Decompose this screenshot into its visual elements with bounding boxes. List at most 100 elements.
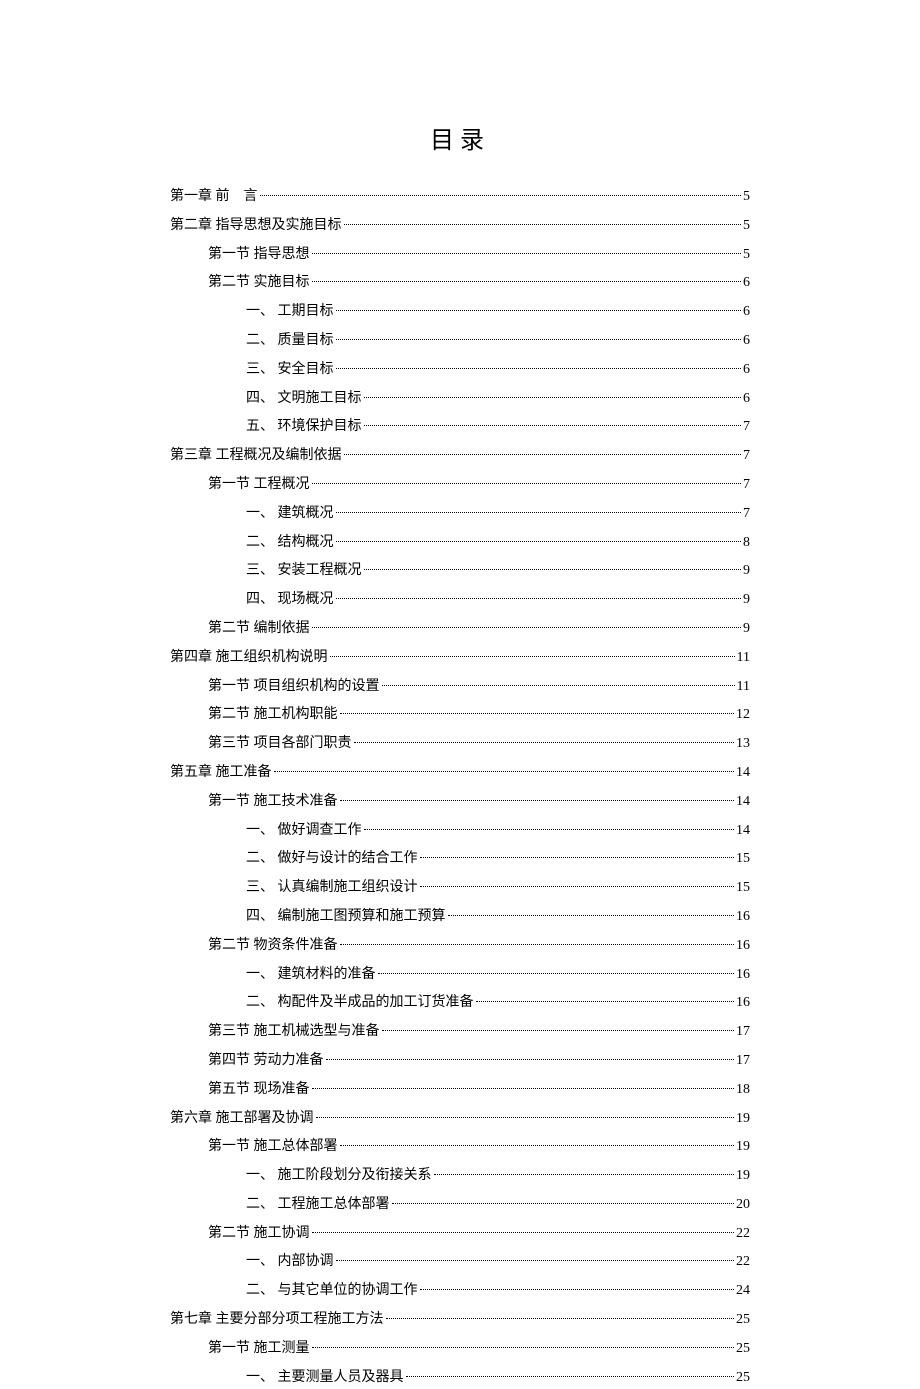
toc-entry: 第六章 施工部署及协调 19 (170, 1107, 750, 1131)
toc-entry: 第二节 实施目标6 (170, 271, 750, 295)
toc-entry-label: 第五章 施工准备 (170, 761, 272, 785)
toc-entry: 四、 编制施工图预算和施工预算16 (170, 905, 750, 929)
toc-entry-page: 19 (736, 1164, 750, 1188)
toc-entry-label: 二、 与其它单位的协调工作 (246, 1279, 418, 1303)
toc-leader-dots (312, 281, 742, 282)
toc-entry-page: 14 (736, 761, 750, 785)
toc-entry: 第三节 项目各部门职责13 (170, 732, 750, 756)
toc-entry-label: 一、 建筑材料的准备 (246, 963, 376, 987)
toc-leader-dots (260, 195, 742, 196)
toc-entry-page: 24 (736, 1279, 750, 1303)
toc-entry: 第二章 指导思想及实施目标5 (170, 214, 750, 238)
toc-leader-dots (448, 915, 735, 916)
toc-entry: 三、 认真编制施工组织设计15 (170, 876, 750, 900)
toc-entry-page: 13 (736, 732, 750, 756)
toc-entry-label: 四、 现场概况 (246, 588, 334, 612)
toc-entry-page: 19 (736, 1107, 750, 1131)
toc-entry-page: 16 (736, 934, 750, 958)
toc-entry-label: 一、 内部协调 (246, 1250, 334, 1274)
toc-leader-dots (312, 1232, 735, 1233)
toc-entry-label: 第一节 项目组织机构的设置 (208, 675, 380, 699)
toc-leader-dots (312, 1347, 735, 1348)
toc-entry-label: 一、 施工阶段划分及衔接关系 (246, 1164, 432, 1188)
toc-entry: 第二节 物资条件准备 16 (170, 934, 750, 958)
toc-entry: 第三章 工程概况及编制依据 7 (170, 444, 750, 468)
toc-entry-page: 25 (736, 1337, 750, 1361)
toc-leader-dots (336, 368, 742, 369)
toc-entry: 第三节 施工机械选型与准备17 (170, 1020, 750, 1044)
toc-entry-page: 7 (743, 444, 750, 468)
toc-entry: 第五章 施工准备 14 (170, 761, 750, 785)
toc-entry-page: 11 (737, 675, 750, 699)
toc-entry: 一、 做好调查工作14 (170, 819, 750, 843)
toc-entry-label: 第四章 施工组织机构说明 (170, 646, 328, 670)
toc-leader-dots (382, 685, 735, 686)
toc-entry-label: 第七章 主要分部分项工程施工方法 (170, 1308, 384, 1332)
toc-entry-label: 第一节 工程概况 (208, 473, 310, 497)
toc-entry-page: 15 (736, 876, 750, 900)
toc-entry-page: 25 (736, 1366, 750, 1389)
toc-leader-dots (420, 886, 735, 887)
toc-entry-label: 第二章 指导思想及实施目标 (170, 214, 342, 238)
toc-leader-dots (326, 1059, 735, 1060)
toc-leader-dots (420, 857, 735, 858)
toc-entry-page: 16 (736, 963, 750, 987)
toc-entry-page: 7 (743, 473, 750, 497)
toc-entry-page: 6 (743, 358, 750, 382)
toc-entry-label: 第一节 施工总体部署 (208, 1135, 338, 1159)
toc-leader-dots (364, 425, 742, 426)
toc-entry: 一、 内部协调 22 (170, 1250, 750, 1274)
toc-entry-page: 14 (736, 819, 750, 843)
toc-entry-label: 第二节 施工机构职能 (208, 703, 338, 727)
toc-entry-label: 第三章 工程概况及编制依据 (170, 444, 342, 468)
toc-entry-label: 一、 工期目标 (246, 300, 334, 324)
toc-entry-page: 22 (736, 1250, 750, 1274)
toc-entry-label: 第二节 施工协调 (208, 1222, 310, 1246)
toc-leader-dots (336, 541, 742, 542)
toc-entry-page: 16 (736, 991, 750, 1015)
toc-leader-dots (476, 1001, 735, 1002)
toc-leader-dots (336, 512, 742, 513)
toc-leader-dots (316, 1117, 735, 1118)
toc-entry: 二、 与其它单位的协调工作 24 (170, 1279, 750, 1303)
toc-entry: 第一节 工程概况 7 (170, 473, 750, 497)
toc-leader-dots (340, 800, 735, 801)
toc-entry-page: 17 (736, 1049, 750, 1073)
toc-entry-page: 7 (743, 415, 750, 439)
toc-entry-page: 25 (736, 1308, 750, 1332)
toc-entry-page: 6 (743, 387, 750, 411)
toc-entry: 四、 现场概况9 (170, 588, 750, 612)
toc-entry-page: 22 (736, 1222, 750, 1246)
toc-entry-page: 5 (743, 185, 750, 209)
toc-leader-dots (312, 483, 742, 484)
toc-entry-label: 第二节 实施目标 (208, 271, 310, 295)
toc-entry: 二、 质量目标6 (170, 329, 750, 353)
toc-entry-page: 5 (743, 243, 750, 267)
toc-leader-dots (336, 598, 742, 599)
toc-entry-page: 17 (736, 1020, 750, 1044)
toc-leader-dots (312, 253, 742, 254)
toc-entry-page: 9 (743, 617, 750, 641)
toc-leader-dots (420, 1289, 735, 1290)
toc-entry: 二、 做好与设计的结合工作15 (170, 847, 750, 871)
toc-entry-label: 第五节 现场准备 (208, 1078, 310, 1102)
toc-entry-label: 第六章 施工部署及协调 (170, 1107, 314, 1131)
toc-entry-page: 6 (743, 300, 750, 324)
toc-entry: 第一节 施工总体部署19 (170, 1135, 750, 1159)
toc-leader-dots (344, 454, 742, 455)
toc-leader-dots (274, 771, 735, 772)
toc-leader-dots (364, 397, 742, 398)
toc-entry: 三、 安装工程概况9 (170, 559, 750, 583)
toc-entry: 第二节 施工机构职能12 (170, 703, 750, 727)
toc-entry-label: 一、 建筑概况 (246, 502, 334, 526)
toc-entry-label: 一、 主要测量人员及器具 (246, 1366, 404, 1389)
toc-entry: 三、 安全目标6 (170, 358, 750, 382)
toc-entry: 一、 建筑材料的准备 16 (170, 963, 750, 987)
toc-entry-label: 二、 工程施工总体部署 (246, 1193, 390, 1217)
toc-entry-label: 第二节 物资条件准备 (208, 934, 338, 958)
toc-leader-dots (434, 1174, 735, 1175)
toc-entry-label: 第一节 施工技术准备 (208, 790, 338, 814)
toc-leader-dots (312, 1088, 735, 1089)
toc-entry-label: 第一章 前 言 (170, 185, 258, 209)
toc-entry-page: 20 (736, 1193, 750, 1217)
